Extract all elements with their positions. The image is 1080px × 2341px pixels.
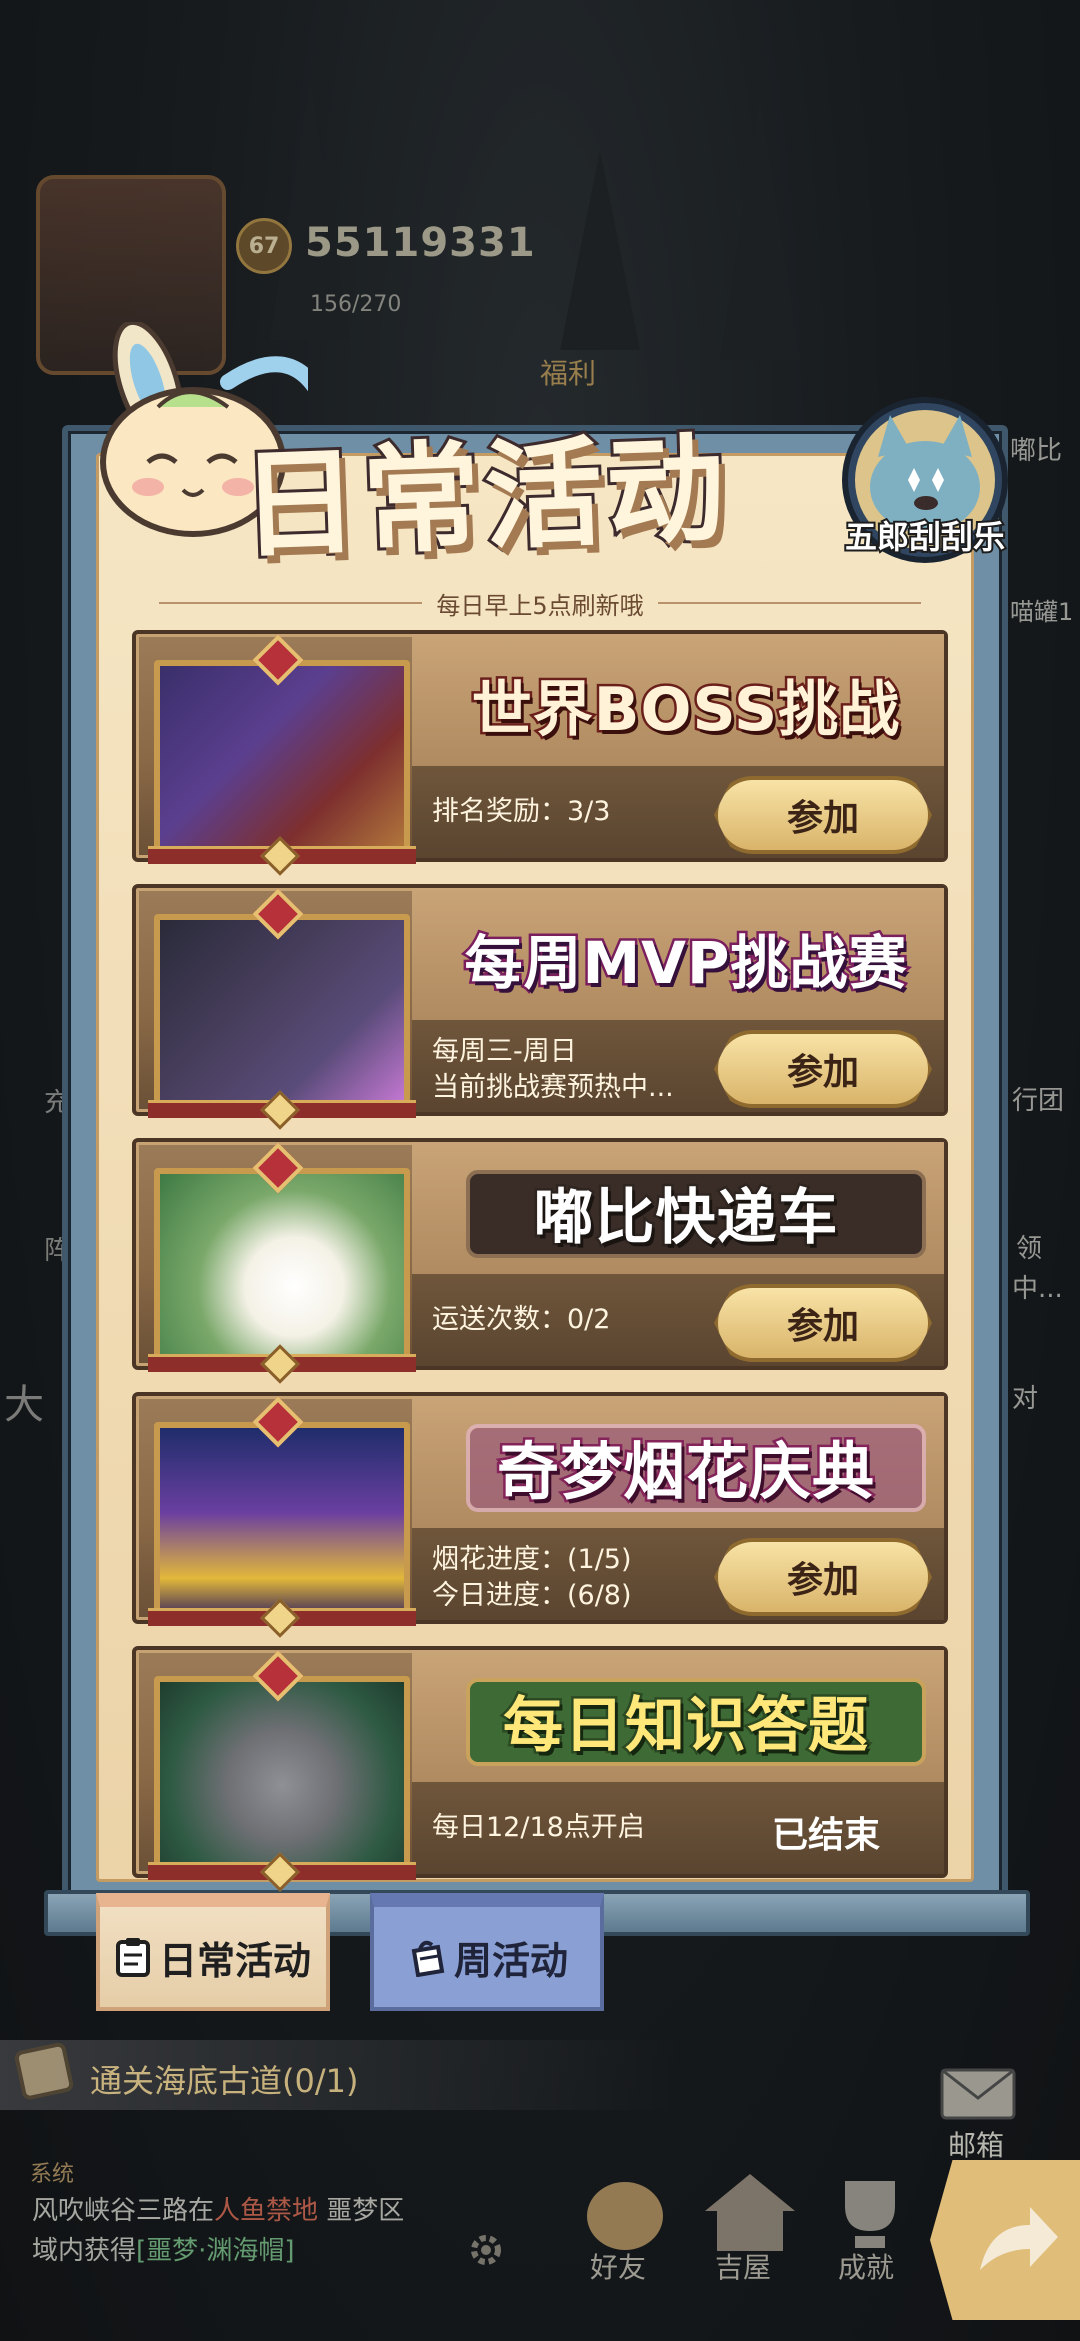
- join-button[interactable]: 参加: [714, 1030, 932, 1108]
- event-info: 运送次数：0/2: [432, 1304, 611, 1335]
- side-label: 行团: [1012, 1086, 1065, 1116]
- dark-knight-portrait-icon: [154, 914, 410, 1114]
- event-card-quiz: 每日知识答题 每日12/18点开启 已结束: [132, 1646, 948, 1892]
- event-card-world-boss: 世界BOSS挑战 排名奖励：3/3 参加: [132, 630, 948, 876]
- mail-label: 邮箱: [948, 2129, 1005, 2162]
- scratch-card-label: 五郎刮刮乐: [843, 516, 1007, 558]
- scholar-cat-portrait-icon: [154, 1676, 410, 1876]
- chat-channel-tag: 系统: [30, 2162, 75, 2187]
- event-title: 每周MVP挑战赛: [462, 927, 909, 1000]
- chat-text: 风吹峡谷三路在: [32, 2196, 215, 2226]
- event-title: 奇梦烟花庆典: [494, 1433, 876, 1511]
- chat-line: 域内获得[噩梦·渊海帽]: [32, 2230, 295, 2267]
- event-info: 每日12/18点开启: [432, 1812, 645, 1843]
- clipboard-icon: [115, 1938, 150, 1977]
- join-button[interactable]: 参加: [714, 1538, 932, 1616]
- panel-title: 日常活动: [235, 400, 780, 577]
- event-title: 世界BOSS挑战: [469, 672, 901, 747]
- mail-icon[interactable]: [938, 2064, 1018, 2124]
- event-info-line: 每周三-周日: [432, 1036, 577, 1067]
- event-thumbnail: [148, 634, 416, 876]
- refresh-note-row: 每日早上5点刷新哦: [145, 585, 935, 621]
- tab-label: 周活动: [453, 1938, 568, 1983]
- chat-highlight: 人鱼禁地: [214, 2196, 319, 2226]
- side-label: 喵罐1: [1010, 598, 1074, 626]
- house-label: 吉屋: [715, 2251, 772, 2284]
- gear-icon[interactable]: [466, 2230, 506, 2270]
- boss-portrait-icon: [154, 660, 410, 860]
- share-arrow-icon: [980, 2207, 1058, 2270]
- chat-text: 域内获得: [32, 2236, 137, 2266]
- event-card-delivery: 嘟比快递车 运送次数：0/2 参加: [132, 1138, 948, 1384]
- tab-daily-activity[interactable]: 日常活动: [96, 1893, 330, 2011]
- event-thumbnail: [148, 1396, 416, 1638]
- quest-text: 通关海底古道(0/1): [90, 2062, 359, 2100]
- gift-bag-icon: [411, 1940, 445, 1977]
- event-info: 排名奖励：3/3: [432, 796, 611, 827]
- achievement-label: 成就: [838, 2251, 895, 2284]
- share-button[interactable]: [930, 2160, 1080, 2320]
- combat-power: 55119331: [305, 220, 536, 266]
- event-ended-status: 已结束: [771, 1815, 880, 1856]
- event-info-line: 当前挑战赛预热中...: [432, 1072, 674, 1103]
- friends-label: 好友: [590, 2251, 647, 2284]
- event-thumbnail: [148, 1650, 416, 1892]
- side-label: 嘟比: [1010, 436, 1063, 466]
- event-thumbnail: [148, 1142, 416, 1384]
- panel-title-text: 日常活动: [235, 416, 734, 577]
- cathedral-fireworks-icon: [154, 1422, 410, 1622]
- side-label: 大: [4, 1382, 44, 1428]
- join-button[interactable]: 参加: [714, 1284, 932, 1362]
- side-label: 领: [1016, 1234, 1043, 1264]
- event-info: 烟花进度：(1/5) 今日进度：(6/8): [432, 1542, 632, 1614]
- chat-text: 噩梦区: [318, 2196, 405, 2226]
- side-label: 中...: [1012, 1274, 1063, 1304]
- event-title: 嘟比快递车: [531, 1180, 840, 1255]
- join-button[interactable]: 参加: [714, 776, 932, 854]
- welfare-button-label: 福利: [540, 357, 597, 390]
- refresh-note: 每日早上5点刷新哦: [436, 591, 644, 620]
- player-level-badge: 67: [236, 218, 292, 274]
- event-info-line: 烟花进度：(1/5): [432, 1544, 632, 1575]
- event-card-fireworks: 奇梦烟花庆典 烟花进度：(1/5) 今日进度：(6/8) 参加: [132, 1392, 948, 1638]
- energy-counter: 156/270: [310, 292, 402, 317]
- event-thumbnail: [148, 888, 416, 1130]
- scroll-icon: [14, 2042, 74, 2100]
- chat-item-link[interactable]: [噩梦·渊海帽]: [136, 2236, 295, 2266]
- tab-label: 日常活动: [158, 1938, 311, 1983]
- event-info: 每周三-周日 当前挑战赛预热中...: [432, 1034, 674, 1106]
- side-label: 对: [1012, 1384, 1039, 1414]
- event-card-weekly-mvp: 每周MVP挑战赛 每周三-周日 当前挑战赛预热中... 参加: [132, 884, 948, 1130]
- chat-line: 风吹峡谷三路在人鱼禁地 噩梦区: [32, 2190, 404, 2227]
- event-title: 每日知识答题: [501, 1688, 871, 1763]
- event-info-line: 今日进度：(6/8): [432, 1580, 632, 1611]
- tab-weekly-activity[interactable]: 周活动: [370, 1893, 604, 2011]
- white-cat-portrait-icon: [154, 1168, 410, 1368]
